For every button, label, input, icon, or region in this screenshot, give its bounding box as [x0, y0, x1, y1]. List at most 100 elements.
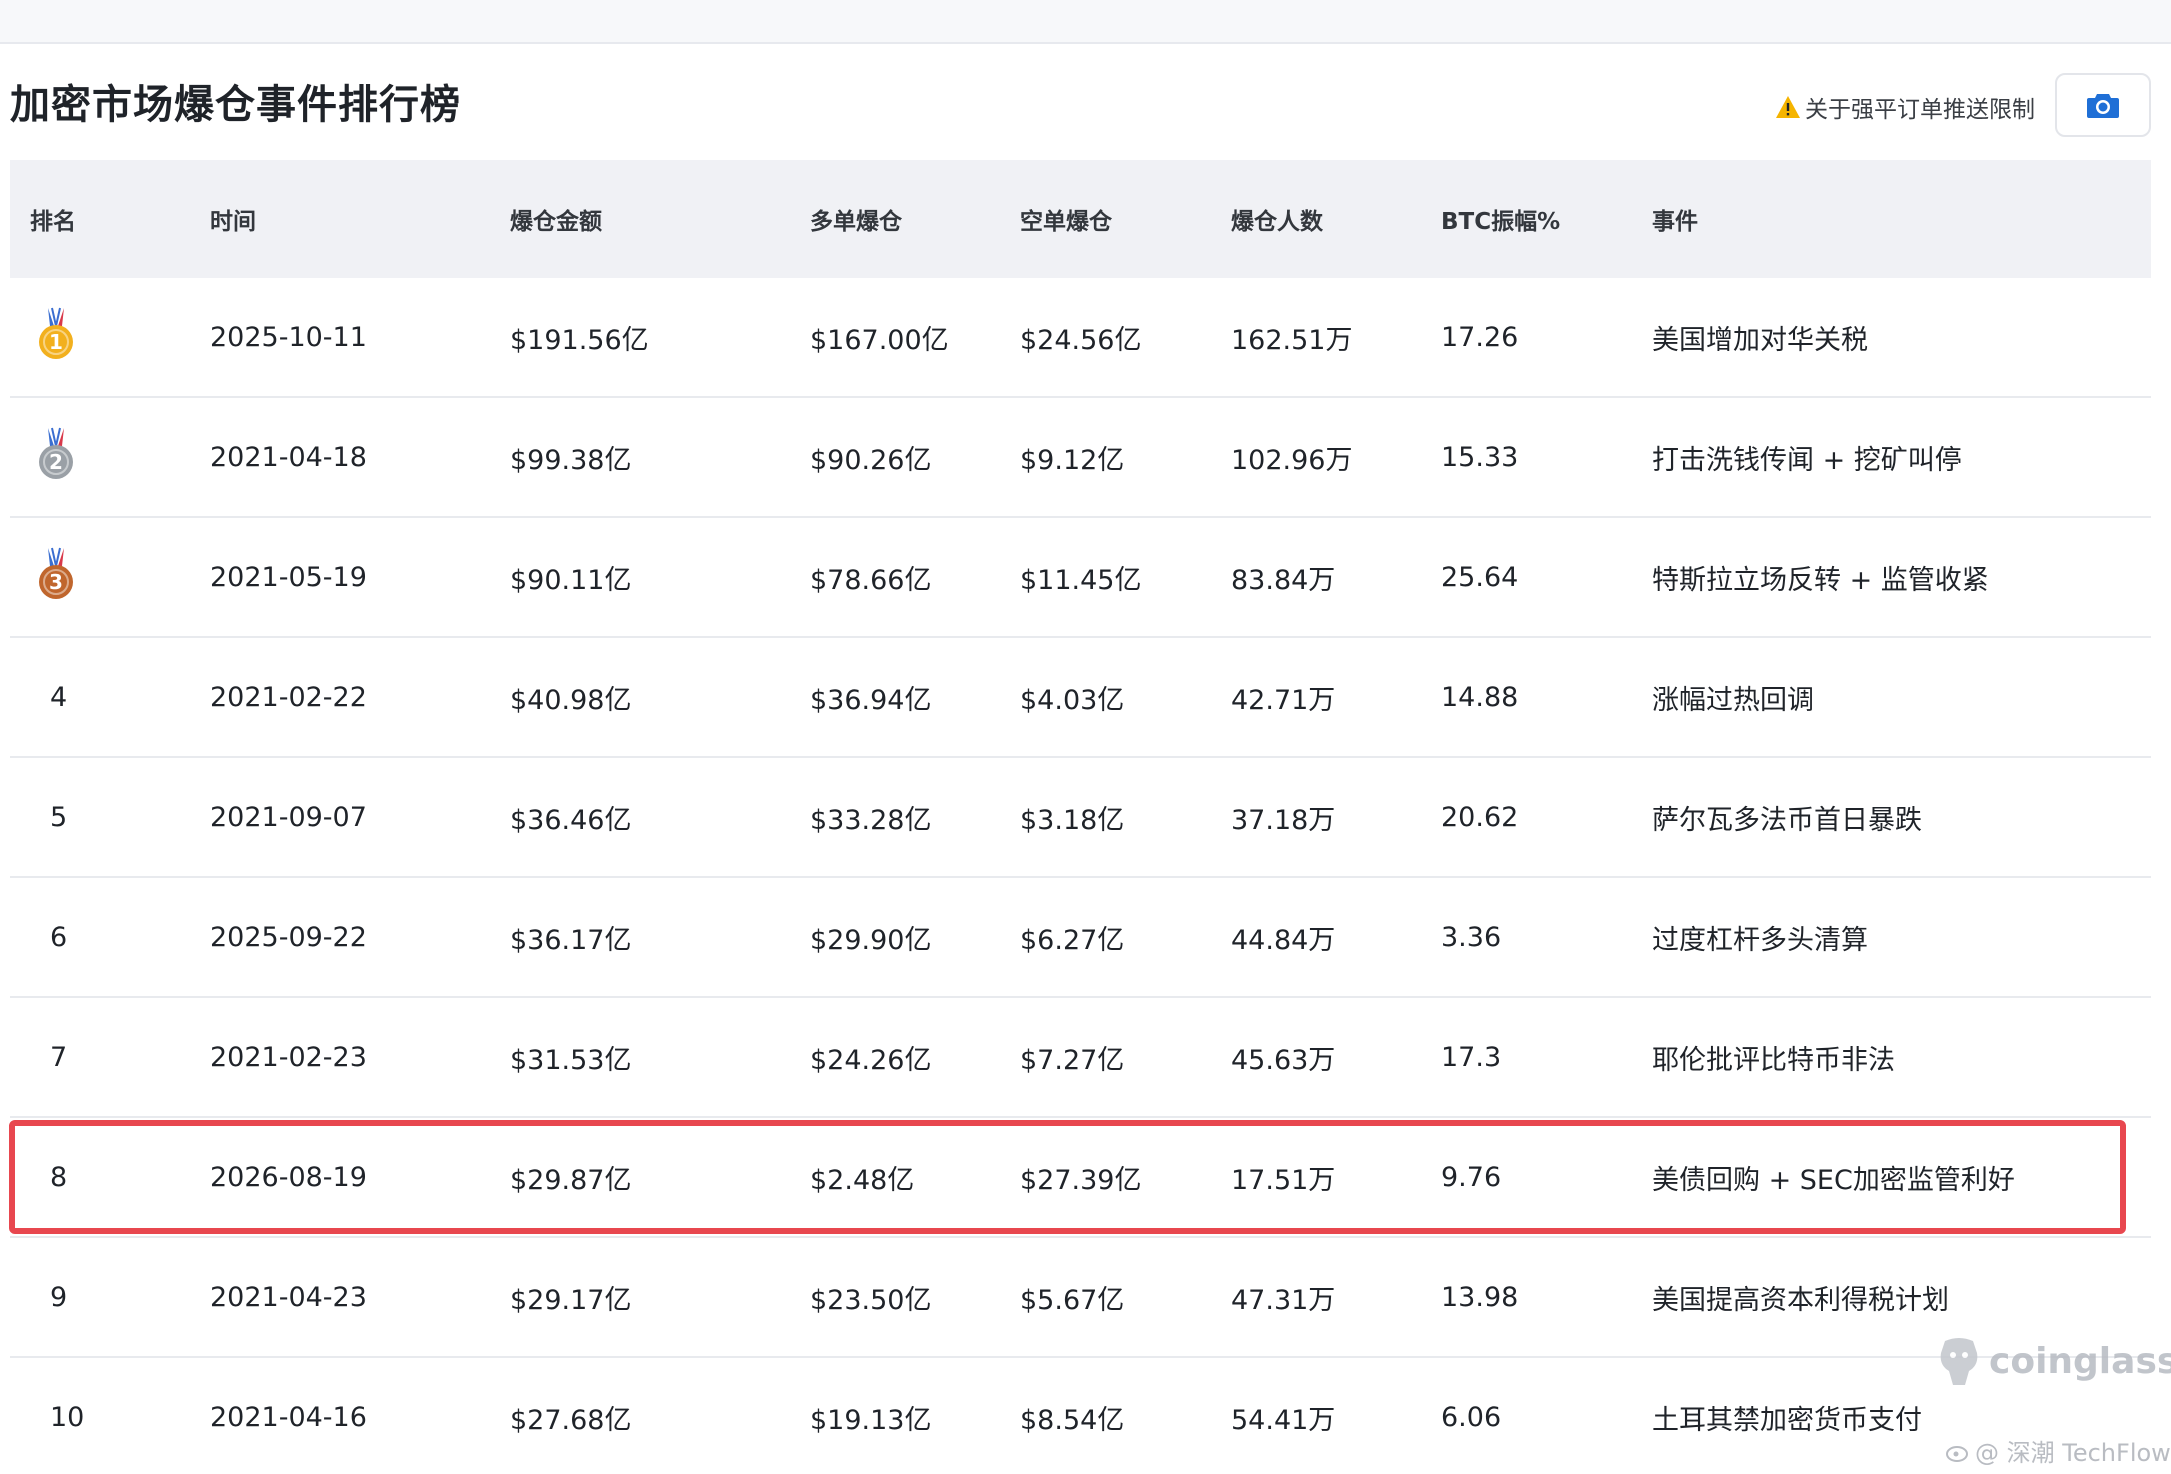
table-header: 排名 时间 爆仓金额 多单爆仓 空单爆仓 爆仓人数 BTC振幅% 事件	[10, 160, 2151, 278]
event-cell: 萨尔瓦多法币首日暴跌	[1652, 804, 1922, 836]
long-liquidation-cell: $36.94亿	[810, 684, 932, 716]
rank-cell: 7	[50, 1041, 68, 1073]
coinglass-logo-icon	[1940, 1338, 1978, 1385]
column-header-long[interactable]: 多单爆仓	[810, 202, 902, 236]
long-liquidation-cell: $19.13亿	[810, 1404, 932, 1436]
long-liquidation-cell: $33.28亿	[810, 804, 932, 836]
column-header-short[interactable]: 空单爆仓	[1020, 202, 1112, 236]
liquidated-people-cell: 37.18万	[1231, 804, 1336, 836]
rank-cell: 4	[50, 681, 68, 713]
btc-amplitude-cell: 3.36	[1441, 921, 1502, 953]
btc-amplitude-cell: 14.88	[1441, 681, 1519, 713]
total-liquidation-cell: $31.53亿	[510, 1044, 632, 1076]
medal-rank-number: 1	[49, 330, 63, 354]
event-cell: 打击洗钱传闻 + 挖矿叫停	[1652, 444, 1962, 476]
liquidation-push-notice-link[interactable]: 关于强平订单推送限制	[1775, 90, 2035, 124]
gold-medal-icon: 1	[39, 307, 73, 359]
column-header-rank[interactable]: 排名	[30, 202, 76, 236]
total-liquidation-cell: $90.11亿	[510, 564, 632, 596]
date-cell: 2021-04-23	[210, 1281, 367, 1313]
page: 加密市场爆仓事件排行榜 关于强平订单推送限制 排名 时间 爆仓金额 多单爆仓 空…	[0, 0, 2171, 1474]
liquidated-people-cell: 45.63万	[1231, 1044, 1336, 1076]
table-row[interactable]: 10 2021-04-16 $27.68亿 $19.13亿 $8.54亿 54.41万 6.…	[10, 1358, 2151, 1474]
date-cell: 2021-04-18	[210, 441, 367, 473]
btc-amplitude-cell: 15.33	[1441, 441, 1519, 473]
event-cell: 耶伦批评比特币非法	[1652, 1044, 1895, 1076]
short-liquidation-cell: $4.03亿	[1020, 684, 1125, 716]
date-cell: 2021-09-07	[210, 801, 367, 833]
table-row[interactable]: 5 2021-09-07 $36.46亿 $33.28亿 $3.18亿 37.18万 20.…	[10, 758, 2151, 878]
column-header-total[interactable]: 爆仓金额	[510, 202, 602, 236]
top-strip	[0, 0, 2171, 44]
date-cell: 2025-09-22	[210, 921, 367, 953]
column-header-btc-amplitude[interactable]: BTC振幅%	[1441, 202, 1560, 236]
long-liquidation-cell: $78.66亿	[810, 564, 932, 596]
btc-amplitude-cell: 9.76	[1441, 1161, 1502, 1193]
liquidated-people-cell: 17.51万	[1231, 1164, 1336, 1196]
screenshot-button[interactable]	[2055, 73, 2151, 137]
table-row[interactable]: 6 2025-09-22 $36.17亿 $29.90亿 $6.27亿 44.84万 3.3…	[10, 878, 2151, 998]
liquidated-people-cell: 83.84万	[1231, 564, 1336, 596]
weibo-icon	[1946, 1445, 1968, 1462]
long-liquidation-cell: $167.00亿	[810, 324, 949, 356]
camera-icon	[2087, 94, 2119, 118]
btc-amplitude-cell: 17.3	[1441, 1041, 1502, 1073]
table-row[interactable]: 9 2021-04-23 $29.17亿 $23.50亿 $5.67亿 47.31万 13.…	[10, 1238, 2151, 1358]
liquidated-people-cell: 42.71万	[1231, 684, 1336, 716]
column-header-time[interactable]: 时间	[210, 202, 256, 236]
table-row[interactable]: 3 2021-05-19 $90.11亿 $78.66亿 $11.45亿 83.84万 25…	[10, 518, 2151, 638]
liquidated-people-cell: 54.41万	[1231, 1404, 1336, 1436]
event-cell: 过度杠杆多头清算	[1652, 924, 1868, 956]
rank-cell: 9	[50, 1281, 68, 1313]
event-cell: 特斯拉立场反转 + 监管收紧	[1652, 564, 1989, 596]
techflow-credit: @ 深潮 TechFlow	[1945, 1433, 2171, 1468]
date-cell: 2021-04-16	[210, 1401, 367, 1433]
short-liquidation-cell: $27.39亿	[1020, 1164, 1142, 1196]
total-liquidation-cell: $191.56亿	[510, 324, 649, 356]
btc-amplitude-cell: 17.26	[1441, 321, 1519, 353]
rank-cell: 5	[50, 801, 68, 833]
rank-cell: 8	[50, 1161, 68, 1193]
short-liquidation-cell: $6.27亿	[1020, 924, 1125, 956]
short-liquidation-cell: $3.18亿	[1020, 804, 1125, 836]
notice-label: 关于强平订单推送限制	[1805, 97, 2035, 123]
coinglass-watermark: coinglass	[1935, 1335, 2171, 1387]
table-row[interactable]: 1 2025-10-11 $191.56亿 $167.00亿 $24.56亿 162.51…	[10, 278, 2151, 398]
long-liquidation-cell: $90.26亿	[810, 444, 932, 476]
rank-cell: 6	[50, 921, 68, 953]
short-liquidation-cell: $7.27亿	[1020, 1044, 1125, 1076]
total-liquidation-cell: $36.17亿	[510, 924, 632, 956]
coinglass-logo-text: coinglass	[1989, 1340, 2171, 1382]
event-cell: 美国增加对华关税	[1652, 324, 1868, 356]
liquidated-people-cell: 102.96万	[1231, 444, 1353, 476]
short-liquidation-cell: $11.45亿	[1020, 564, 1142, 596]
short-liquidation-cell: $9.12亿	[1020, 444, 1125, 476]
total-liquidation-cell: $36.46亿	[510, 804, 632, 836]
table-row[interactable]: 4 2021-02-22 $40.98亿 $36.94亿 $4.03亿 42.71万 14.…	[10, 638, 2151, 758]
short-liquidation-cell: $8.54亿	[1020, 1404, 1125, 1436]
total-liquidation-cell: $27.68亿	[510, 1404, 632, 1436]
column-header-event[interactable]: 事件	[1652, 202, 1698, 236]
btc-amplitude-cell: 25.64	[1441, 561, 1519, 593]
silver-medal-icon: 2	[39, 427, 73, 479]
column-header-people[interactable]: 爆仓人数	[1231, 202, 1323, 236]
table-row[interactable]: 8 2026-08-19 $29.87亿 $2.48亿 $27.39亿 17.51万 9.7…	[10, 1118, 2151, 1238]
date-cell: 2021-02-23	[210, 1041, 367, 1073]
date-cell: 2021-02-22	[210, 681, 367, 713]
bronze-medal-icon: 3	[39, 547, 73, 599]
table-row[interactable]: 7 2021-02-23 $31.53亿 $24.26亿 $7.27亿 45.63万 17.…	[10, 998, 2151, 1118]
event-cell: 土耳其禁加密货币支付	[1652, 1404, 1922, 1436]
short-liquidation-cell: $24.56亿	[1020, 324, 1142, 356]
btc-amplitude-cell: 20.62	[1441, 801, 1519, 833]
date-cell: 2026-08-19	[210, 1161, 367, 1193]
long-liquidation-cell: $29.90亿	[810, 924, 932, 956]
btc-amplitude-cell: 13.98	[1441, 1281, 1519, 1313]
liquidated-people-cell: 47.31万	[1231, 1284, 1336, 1316]
medal-rank-number: 2	[49, 450, 63, 474]
btc-amplitude-cell: 6.06	[1441, 1401, 1502, 1433]
date-cell: 2025-10-11	[210, 321, 367, 353]
event-cell: 涨幅过热回调	[1652, 684, 1814, 716]
event-cell: 美国提高资本利得税计划	[1652, 1284, 1949, 1316]
table-row[interactable]: 2 2021-04-18 $99.38亿 $90.26亿 $9.12亿 102.96万 15…	[10, 398, 2151, 518]
event-cell: 美债回购 + SEC加密监管利好	[1652, 1164, 2015, 1196]
